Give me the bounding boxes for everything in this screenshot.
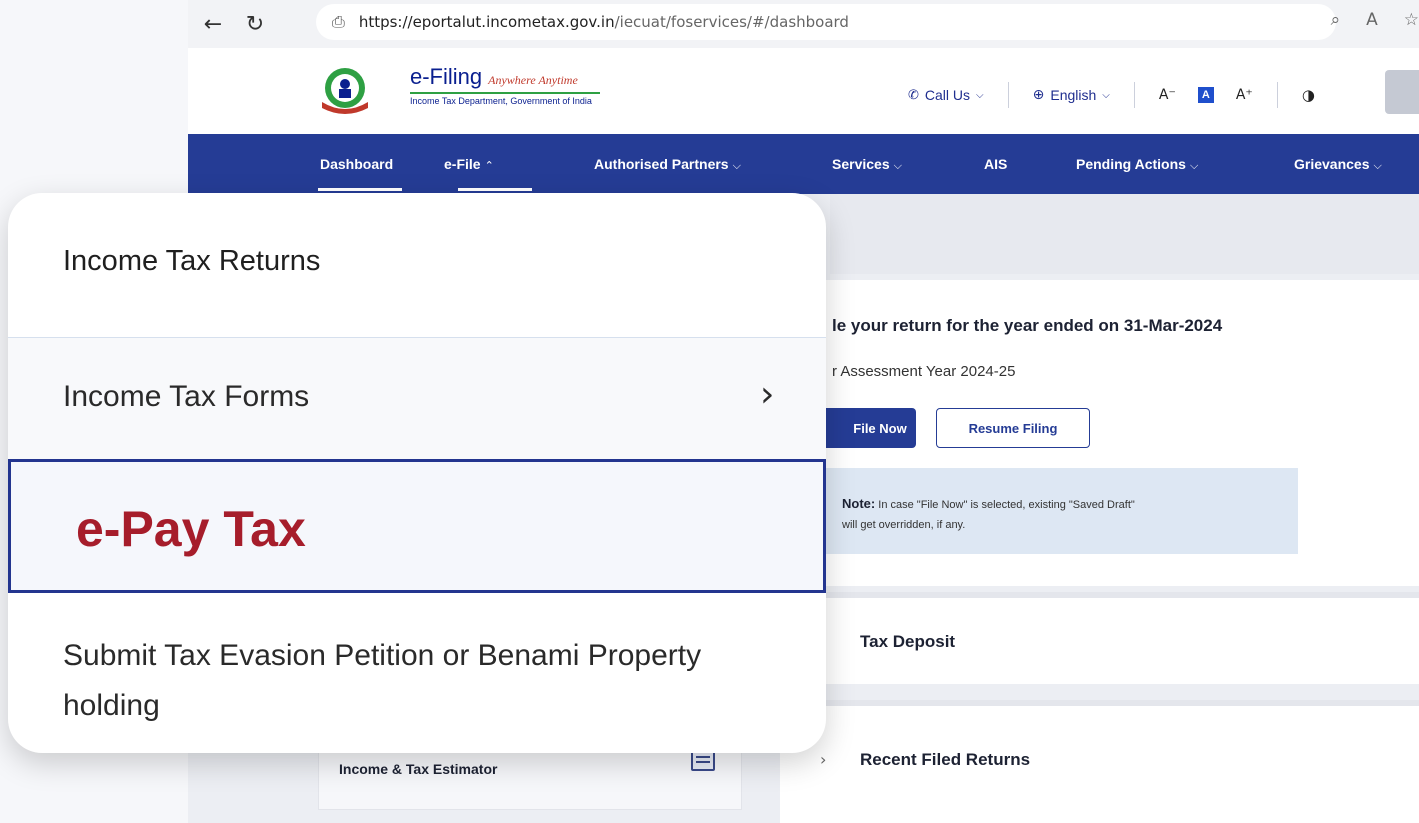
nav-ais[interactable]: AIS bbox=[984, 156, 1007, 172]
chevron-down-icon: ⌵ bbox=[976, 89, 984, 101]
address-bar: ← ↻ ⎙ https://eportalut.incometax.gov.in… bbox=[188, 0, 1419, 48]
note-text: In case "File Now" is selected, existing… bbox=[875, 499, 1135, 511]
nav-grievances-label: Grievances bbox=[1294, 156, 1370, 172]
file-return-panel: le your return for the year ended on 31-… bbox=[780, 280, 1419, 586]
reload-icon[interactable]: ↻ bbox=[238, 7, 272, 41]
brand-tagline: Anywhere Anytime bbox=[488, 73, 578, 87]
zoom-icon[interactable]: ⌕ bbox=[1331, 10, 1341, 30]
globe-icon: ⊕ bbox=[1032, 87, 1045, 103]
panel-title: le your return for the year ended on 31-… bbox=[832, 316, 1223, 335]
note-text-2: will get overridden, if any. bbox=[842, 519, 966, 531]
menu-item-submit-tax-evasion-petition[interactable]: Submit Tax Evasion Petition or Benami Pr… bbox=[63, 631, 783, 731]
tax-deposit-label: Tax Deposit bbox=[860, 632, 956, 651]
call-us-label: Call Us bbox=[924, 87, 971, 103]
nav-pending-actions-label: Pending Actions bbox=[1076, 156, 1186, 172]
phone-icon: ✆ bbox=[908, 87, 919, 103]
chevron-down-icon: ⌵ bbox=[1189, 160, 1199, 172]
language-menu[interactable]: ⊕ English ⌵ bbox=[1033, 87, 1110, 103]
nav-open-underline bbox=[458, 188, 532, 191]
nav-active-underline bbox=[318, 188, 402, 191]
nav-dashboard[interactable]: Dashboard bbox=[320, 156, 393, 172]
chevron-down-icon: ⌵ bbox=[1373, 160, 1382, 172]
divider bbox=[1276, 82, 1278, 108]
chevron-down-icon: ⌵ bbox=[1102, 89, 1110, 101]
font-increase-icon[interactable]: A⁺ bbox=[1236, 87, 1253, 103]
avatar[interactable] bbox=[1385, 70, 1419, 114]
brand[interactable]: e-Filing Anywhere Anytime Income Tax Depa… bbox=[410, 64, 600, 106]
nav-services-label: Services bbox=[832, 156, 890, 172]
site-info-icon[interactable]: ⎙ bbox=[332, 12, 345, 32]
nav-services[interactable]: Services ⌵ bbox=[832, 156, 902, 173]
call-us-menu[interactable]: ✆ Call Us ⌵ bbox=[908, 87, 984, 103]
income-tax-forms-label: Income Tax Forms bbox=[63, 380, 310, 413]
read-aloud-icon[interactable]: A bbox=[1366, 10, 1378, 30]
url-field[interactable]: ⎙ https://eportalut.incometax.gov.in/iec… bbox=[316, 4, 1336, 40]
back-icon[interactable]: ← bbox=[196, 7, 230, 41]
nav-grievances[interactable]: Grievances ⌵ bbox=[1294, 156, 1382, 173]
nav-efile[interactable]: e-File ⌃ bbox=[444, 156, 494, 172]
brand-underline bbox=[410, 92, 600, 94]
file-now-button[interactable]: File Now bbox=[814, 408, 916, 448]
favorite-icon[interactable]: ☆ bbox=[1404, 10, 1419, 30]
divider bbox=[1007, 82, 1009, 108]
chevron-up-icon: ⌃ bbox=[484, 160, 494, 172]
font-normal-icon[interactable]: A bbox=[1197, 87, 1214, 103]
language-label: English bbox=[1050, 87, 1097, 103]
menu-item-income-tax-returns[interactable]: Income Tax Returns bbox=[63, 245, 320, 278]
estimator-label: Income & Tax Estimator bbox=[339, 761, 498, 777]
brand-subtitle: Income Tax Department, Government of Ind… bbox=[410, 96, 592, 106]
chevron-right-icon: › bbox=[760, 374, 775, 415]
menu-item-epay-tax[interactable]: e-Pay Tax bbox=[8, 459, 826, 593]
note-label: Note: bbox=[842, 496, 876, 511]
assessment-year: r Assessment Year 2024-25 bbox=[832, 363, 1016, 380]
resume-filing-button[interactable]: Resume Filing bbox=[936, 408, 1090, 448]
main-nav: Dashboard e-File ⌃ Authorised Partners ⌵ S… bbox=[188, 134, 1419, 194]
site-header: e-Filing Anywhere Anytime Income Tax Depa… bbox=[188, 48, 1419, 134]
url-text: https://eportalut.incometax.gov.in/iecua… bbox=[358, 13, 849, 31]
nav-authorised-partners-label: Authorised Partners bbox=[594, 156, 729, 172]
accordion-recent-returns[interactable]: › Recent Filed Returns bbox=[780, 700, 1419, 823]
nav-authorised-partners[interactable]: Authorised Partners ⌵ bbox=[594, 156, 741, 173]
brand-title: e-Filing bbox=[410, 64, 483, 89]
note-box: Note: In case "File Now" is selected, ex… bbox=[814, 468, 1298, 554]
font-decrease-icon[interactable]: A⁻ bbox=[1159, 87, 1176, 103]
utility-bar: ✆ Call Us ⌵ ⊕ English ⌵ A⁻ A A⁺ ◑ bbox=[908, 82, 1315, 108]
chevron-down-icon: ⌵ bbox=[732, 160, 741, 172]
contrast-icon[interactable]: ◑ bbox=[1302, 86, 1315, 104]
efile-dropdown-menu: Income Tax Returns Income Tax Forms › e-… bbox=[8, 193, 826, 753]
nav-pending-actions[interactable]: Pending Actions ⌵ bbox=[1076, 156, 1198, 173]
nav-efile-label: e-File bbox=[444, 156, 481, 172]
recent-returns-label: Recent Filed Returns bbox=[860, 750, 1031, 769]
accordion-tax-deposit[interactable]: Tax Deposit bbox=[780, 592, 1419, 684]
chevron-down-icon: ⌵ bbox=[893, 160, 902, 172]
address-bar-actions: ⌕ A ☆ bbox=[1331, 10, 1419, 30]
content-band bbox=[830, 194, 1419, 274]
chevron-right-icon: › bbox=[820, 750, 827, 769]
divider bbox=[1133, 82, 1135, 108]
emblem-logo[interactable] bbox=[316, 62, 374, 120]
menu-item-income-tax-forms[interactable]: Income Tax Forms › bbox=[8, 338, 826, 460]
font-size-controls: A⁻ A A⁺ bbox=[1159, 87, 1253, 103]
epay-tax-label: e-Pay Tax bbox=[76, 501, 306, 557]
